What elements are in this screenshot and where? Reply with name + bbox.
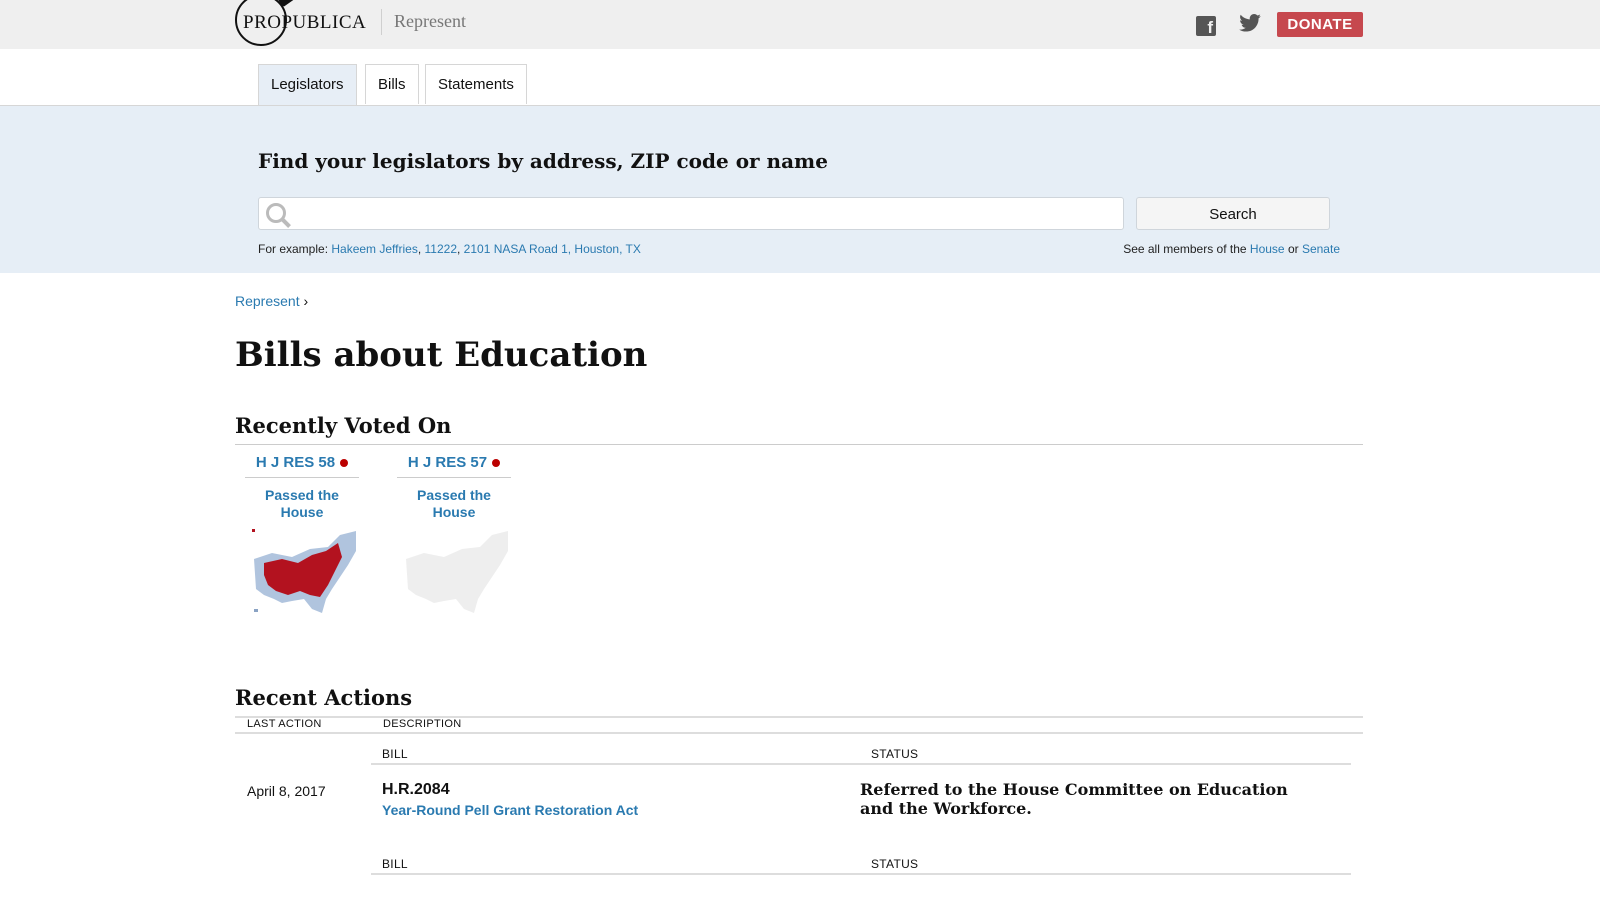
search-field[interactable] bbox=[258, 197, 1124, 230]
bill-subheader: BILL STATUS bbox=[371, 747, 1351, 765]
bill-title-link[interactable]: Year-Round Pell Grant Restoration Act bbox=[382, 802, 638, 818]
search-examples: For example: Hakeem Jeffries, 11222, 210… bbox=[258, 242, 641, 256]
breadcrumb-separator: › bbox=[303, 293, 309, 309]
bill-number: H.R.2084 bbox=[382, 781, 450, 798]
twitter-icon[interactable] bbox=[1239, 12, 1261, 38]
vote-result[interactable]: Passed the House bbox=[397, 487, 511, 521]
senate-link[interactable]: Senate bbox=[1302, 242, 1340, 256]
search-title: Find your legislators by address, ZIP co… bbox=[258, 149, 828, 173]
search-icon bbox=[266, 203, 286, 223]
example-link-zip[interactable]: 11222 bbox=[425, 242, 457, 256]
facebook-icon[interactable]: f bbox=[1196, 16, 1216, 37]
search-input[interactable] bbox=[293, 202, 1117, 228]
see-all-prefix: See all members of the bbox=[1123, 242, 1250, 256]
breadcrumb: Represent › bbox=[235, 293, 308, 309]
vote-map bbox=[252, 529, 356, 613]
vote-card-bill[interactable]: H J RES 57 bbox=[397, 454, 511, 478]
vote-card[interactable]: H J RES 58 Passed the House bbox=[245, 454, 359, 618]
example-link-address[interactable]: 2101 NASA Road 1, Houston, TX bbox=[464, 242, 641, 256]
tab-legislators[interactable]: Legislators bbox=[258, 64, 357, 105]
vote-result[interactable]: Passed the House bbox=[245, 487, 359, 521]
divider bbox=[235, 444, 1363, 445]
see-all-members: See all members of the House or Senate bbox=[1123, 242, 1340, 256]
logo-text[interactable]: PROPUBLICA bbox=[243, 12, 366, 34]
col-last-action: LAST ACTION bbox=[247, 718, 322, 730]
donate-button[interactable]: DONATE bbox=[1277, 12, 1363, 37]
vote-card-bill[interactable]: H J RES 58 bbox=[245, 454, 359, 478]
recent-actions-heading: Recent Actions bbox=[235, 685, 413, 710]
top-bar: PROPUBLICA Represent f DONATE bbox=[0, 0, 1600, 49]
actions-table-header: LAST ACTION DESCRIPTION bbox=[235, 716, 1363, 734]
col-description: DESCRIPTION bbox=[383, 718, 462, 730]
search-button[interactable]: Search bbox=[1136, 197, 1330, 230]
tab-bills[interactable]: Bills bbox=[365, 64, 419, 104]
republican-dot-icon bbox=[340, 459, 349, 468]
tab-bar: Legislators Bills Statements bbox=[0, 49, 1600, 106]
vote-card[interactable]: H J RES 57 Passed the House bbox=[397, 454, 511, 618]
republican-dot-icon bbox=[492, 459, 501, 468]
or-text: or bbox=[1284, 242, 1302, 256]
example-link-name[interactable]: Hakeem Jeffries bbox=[331, 242, 417, 256]
house-link[interactable]: House bbox=[1250, 242, 1285, 256]
recently-voted-heading: Recently Voted On bbox=[235, 413, 452, 438]
bill-status: Referred to the House Committee on Educa… bbox=[860, 780, 1288, 818]
tab-statements[interactable]: Statements bbox=[425, 64, 527, 104]
logo-divider bbox=[381, 9, 382, 35]
breadcrumb-represent[interactable]: Represent bbox=[235, 293, 300, 309]
action-date: April 8, 2017 bbox=[247, 783, 326, 799]
bill-subheader: BILL STATUS bbox=[371, 857, 1351, 875]
search-panel: Find your legislators by address, ZIP co… bbox=[0, 106, 1600, 273]
section-title[interactable]: Represent bbox=[394, 11, 466, 32]
examples-prefix: For example: bbox=[258, 242, 332, 256]
page-title: Bills about Education bbox=[235, 335, 648, 375]
vote-map bbox=[406, 531, 508, 613]
